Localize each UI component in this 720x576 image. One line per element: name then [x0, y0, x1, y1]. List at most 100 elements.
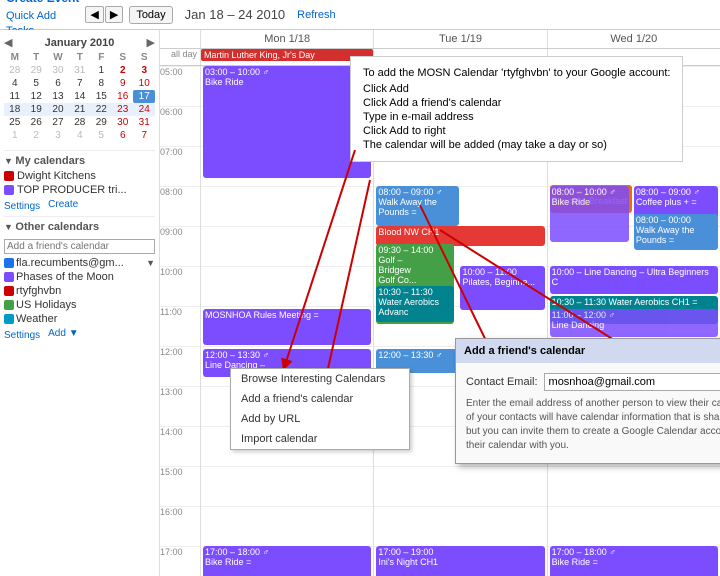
- mini-cal-day[interactable]: 31: [69, 64, 90, 77]
- my-calendars-header[interactable]: My calendars: [4, 150, 155, 169]
- mini-cal-day[interactable]: 13: [47, 90, 69, 103]
- cal-color-rtyfghvbn: [4, 286, 14, 296]
- mini-cal-day[interactable]: 14: [69, 90, 90, 103]
- add-friend-input[interactable]: [4, 239, 155, 254]
- event-wed-walkaway[interactable]: 08:00 – 00:00Walk Away the Pounds =: [634, 214, 718, 250]
- prev-btn[interactable]: ◀: [85, 6, 103, 23]
- mini-cal-day[interactable]: 5: [91, 129, 112, 142]
- mini-cal-day[interactable]: 30: [112, 116, 133, 129]
- mlk-event[interactable]: Martin Luther King, Jr's Day: [201, 49, 373, 61]
- mini-cal-day[interactable]: 5: [25, 77, 46, 90]
- instruction-step2: Click Add a friend's calendar: [363, 97, 670, 109]
- calendar-item-rtyfghvbn[interactable]: rtyfghvbn: [4, 284, 155, 298]
- mini-cal-prev[interactable]: ◀: [4, 36, 12, 49]
- event-tue-walkaway[interactable]: 08:00 – 09:00 ♂Walk Away the Pounds =: [376, 186, 459, 226]
- menu-item-add-url[interactable]: Add by URL: [231, 409, 409, 429]
- mini-cal-day[interactable]: 28: [4, 64, 25, 77]
- mini-cal-day[interactable]: 21: [69, 103, 90, 116]
- mini-cal-day[interactable]: 7: [133, 129, 155, 142]
- dialog-email-row: Contact Email: Add: [466, 373, 720, 391]
- mini-cal-day[interactable]: 7: [69, 77, 90, 90]
- mini-cal-day[interactable]: 27: [47, 116, 69, 129]
- other-calendars-header[interactable]: Other calendars: [4, 216, 155, 235]
- all-day-cell-mon: Martin Luther King, Jr's Day: [200, 49, 373, 65]
- mini-cal-day[interactable]: 23: [112, 103, 133, 116]
- refresh-link[interactable]: Refresh: [297, 9, 336, 21]
- dialog-email-input[interactable]: [544, 373, 720, 391]
- mini-cal-day[interactable]: 3: [133, 64, 155, 77]
- event-tue-pilates[interactable]: 10:00 – 11:00Pilates, Beginne...: [460, 266, 544, 310]
- mini-cal-day[interactable]: 8: [91, 77, 112, 90]
- create-event-link[interactable]: Create Event: [6, 0, 79, 7]
- day-header-tue[interactable]: Tue 1/19: [373, 30, 546, 48]
- mini-cal-next[interactable]: ▶: [147, 36, 155, 49]
- mini-cal-day[interactable]: 2: [25, 129, 46, 142]
- mini-cal-day[interactable]: 4: [4, 77, 25, 90]
- mini-cal-day[interactable]: 1: [91, 64, 112, 77]
- mini-cal-day[interactable]: 3: [47, 129, 69, 142]
- event-tue-ini[interactable]: 17:00 – 19:00Ini's Night CH1: [376, 546, 544, 576]
- event-mon-bikeride2[interactable]: 17:00 – 18:00 ♂Bike Ride =: [203, 546, 371, 576]
- menu-item-import[interactable]: Import calendar: [231, 429, 409, 449]
- time-08: 08:00: [160, 186, 200, 226]
- sidebar: ◀ January 2010 ▶ M T W T F S S: [0, 30, 160, 576]
- other-cal-add-link[interactable]: Add ▼: [48, 328, 78, 341]
- mini-cal-day[interactable]: 19: [25, 103, 46, 116]
- mini-cal-day[interactable]: 30: [47, 64, 69, 77]
- mini-cal-day[interactable]: 6: [112, 129, 133, 142]
- mini-cal-day[interactable]: 29: [91, 116, 112, 129]
- mini-cal-day[interactable]: 18: [4, 103, 25, 116]
- menu-item-add-friend[interactable]: Add a friend's calendar: [231, 389, 409, 409]
- mini-cal-day[interactable]: 28: [69, 116, 90, 129]
- my-cal-create-link[interactable]: Create: [48, 199, 78, 212]
- calendar-item-us-holidays[interactable]: US Holidays: [4, 298, 155, 312]
- mini-cal-day[interactable]: 2: [112, 64, 133, 77]
- mini-cal-day[interactable]: 6: [47, 77, 69, 90]
- hour-10: [201, 266, 373, 306]
- cal-color-dwight: [4, 171, 14, 181]
- mini-cal-day[interactable]: 29: [25, 64, 46, 77]
- event-wed-bikeride2[interactable]: 17:00 – 18:00 ♂Bike Ride =: [550, 546, 718, 576]
- event-wed-bikeride[interactable]: 08:00 – 10:00 ♂Bike Ride: [550, 186, 629, 242]
- calendar-item-top-producer[interactable]: TOP PRODUCER tri...: [4, 183, 155, 197]
- event-tue-aerobics[interactable]: 10:30 – 11:30 Water Aerobics Advanc: [376, 286, 454, 322]
- mini-cal-day[interactable]: 26: [25, 116, 46, 129]
- fla-dropdown-arrow[interactable]: ▼: [146, 258, 155, 268]
- mini-cal-day[interactable]: 20: [47, 103, 69, 116]
- mini-cal-day[interactable]: 10: [133, 77, 155, 90]
- my-cal-settings-link[interactable]: Settings: [4, 201, 40, 212]
- mini-cal-today[interactable]: 17: [133, 90, 155, 103]
- mini-cal-day[interactable]: 31: [133, 116, 155, 129]
- other-cal-settings-link[interactable]: Settings: [4, 330, 40, 341]
- quick-add-link[interactable]: Quick Add: [6, 9, 79, 24]
- event-mon-bike-ride[interactable]: 03:00 – 10:00 ♂Bike Ride: [203, 66, 371, 178]
- time-06: 06:00: [160, 106, 200, 146]
- event-wed-linedancing-ultra[interactable]: 10:00 – Line Dancing – Ultra Beginners C: [550, 266, 718, 294]
- event-mon-mosnhoa[interactable]: MOSNHOA Rules Meeting =: [203, 309, 371, 345]
- mini-cal-day[interactable]: 25: [4, 116, 25, 129]
- menu-item-browse[interactable]: Browse Interesting Calendars: [231, 369, 409, 389]
- today-btn[interactable]: Today: [129, 6, 172, 24]
- hour-16: [201, 506, 373, 546]
- event-wed-linedancing-11[interactable]: 11:00 – 12:00 ♂Line Dancing: [550, 309, 718, 337]
- mini-cal-day[interactable]: 11: [4, 90, 25, 103]
- mini-cal-day[interactable]: 9: [112, 77, 133, 90]
- mini-cal-week2: 4 5 6 7 8 9 10: [4, 77, 155, 90]
- calendar-item-weather[interactable]: Weather: [4, 312, 155, 326]
- mini-cal-day[interactable]: 4: [69, 129, 90, 142]
- mini-cal-day[interactable]: 24: [133, 103, 155, 116]
- next-btn[interactable]: ▶: [105, 6, 123, 23]
- calendar-item-fla[interactable]: fla.recumbents@gm... ▼: [4, 256, 155, 270]
- calendar-item-dwight[interactable]: Dwight Kitchens: [4, 169, 155, 183]
- mini-cal-day[interactable]: 16: [112, 90, 133, 103]
- day-header-mon[interactable]: Mon 1/18: [200, 30, 373, 48]
- dropdown-menu: Browse Interesting Calendars Add a frien…: [230, 368, 410, 450]
- mini-cal-day[interactable]: 15: [91, 90, 112, 103]
- event-tue-blood[interactable]: Blood NW CH1: [376, 226, 544, 246]
- day-header-wed[interactable]: Wed 1/20: [547, 30, 720, 48]
- mini-cal-day[interactable]: 1: [4, 129, 25, 142]
- mini-cal-day[interactable]: 22: [91, 103, 112, 116]
- mini-cal-day[interactable]: 12: [25, 90, 46, 103]
- cal-color-top-producer: [4, 185, 14, 195]
- calendar-item-phases[interactable]: Phases of the Moon: [4, 270, 155, 284]
